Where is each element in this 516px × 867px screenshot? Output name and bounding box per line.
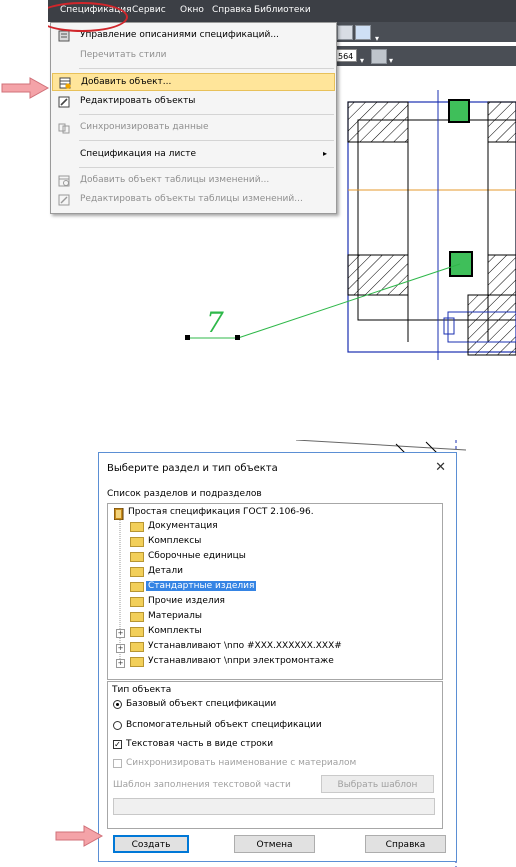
menu-service[interactable]: Сервис — [132, 5, 166, 15]
checkbox-text-part-label: Текстовая часть в виде строки — [126, 739, 274, 749]
menu-item-spec-on-sheet[interactable]: Спецификация на листе ▸ — [52, 146, 335, 164]
add-change-object-icon — [58, 175, 70, 187]
radio-base-object[interactable] — [113, 700, 122, 709]
tree-label: Список разделов и подразделов — [107, 489, 262, 499]
pointer-arrow-icon — [1, 77, 50, 99]
toolbar-row-2: 564 ▾ ▾ — [333, 46, 516, 66]
close-icon[interactable]: ✕ — [435, 460, 446, 475]
checkbox-text-part[interactable]: ✓ — [113, 740, 122, 749]
seal-bottom — [449, 251, 473, 277]
menu-libraries[interactable]: Библиотеки — [254, 5, 311, 15]
position-number: 7 — [206, 306, 224, 339]
folder-icon — [130, 597, 144, 607]
template-field[interactable] — [113, 798, 435, 815]
specification-menu: Управление описаниями спецификаций... Пе… — [50, 22, 337, 214]
refresh-icon[interactable] — [355, 25, 371, 40]
dropdown-caret-icon[interactable]: ▾ — [389, 56, 393, 65]
leader-handle — [235, 335, 240, 340]
radio-base-label: Базовый объект спецификации — [126, 699, 277, 709]
template-label: Шаблон заполнения текстовой части — [113, 780, 291, 790]
menu-separator — [79, 140, 334, 141]
menu-item-edit-objects[interactable]: Редактировать объекты — [52, 93, 335, 111]
select-section-dialog: Выберите раздел и тип объекта ✕ Список р… — [98, 452, 457, 862]
choose-template-button[interactable]: Выбрать шаблон — [321, 775, 434, 793]
menu-separator — [79, 167, 334, 168]
expand-icon[interactable]: + — [116, 659, 125, 668]
menu-item-edit-change-table-objects[interactable]: Редактировать объекты таблицы изменений.… — [52, 191, 335, 209]
add-object-icon — [59, 77, 71, 89]
submenu-arrow-icon: ▸ — [322, 149, 327, 158]
tree-item-parts[interactable]: Детали — [148, 566, 183, 576]
menu-item-sync-data[interactable]: Синхронизировать данные — [52, 119, 335, 137]
folder-icon — [130, 522, 144, 532]
folder-icon — [130, 657, 144, 667]
edit-objects-icon — [58, 96, 70, 108]
folder-icon — [130, 537, 144, 547]
checkbox-sync-name[interactable] — [113, 759, 122, 768]
seal-top — [448, 99, 470, 123]
tree-item-other-products[interactable]: Прочие изделия — [148, 596, 225, 606]
tree-item-assemblies[interactable]: Сборочные единицы — [148, 551, 246, 561]
menu-item-add-object[interactable]: Добавить объект... — [52, 73, 335, 91]
folder-icon — [130, 552, 144, 562]
leader-handle — [185, 335, 190, 340]
toolbar-button[interactable] — [337, 25, 353, 40]
tree-item-complexes[interactable]: Комплексы — [148, 536, 201, 546]
create-button[interactable]: Создать — [113, 835, 189, 853]
tree-item-materials[interactable]: Материалы — [148, 611, 202, 621]
checkbox-sync-label: Синхронизировать наименование с материал… — [126, 758, 357, 768]
expand-icon[interactable]: + — [116, 629, 125, 638]
tree-item-install-electrical[interactable]: Устанавливают \nпри электромонтаже — [148, 656, 334, 666]
folder-icon — [130, 612, 144, 622]
dropdown-caret-icon[interactable]: ▾ — [360, 56, 364, 65]
menu-separator — [79, 68, 334, 69]
zoom-field[interactable]: 564 — [335, 49, 357, 62]
tree-item-kits[interactable]: Комплекты — [148, 626, 202, 636]
menu-item-reload-styles[interactable]: Перечитать стили — [52, 47, 335, 65]
dropdown-caret-icon[interactable]: ▾ — [375, 34, 379, 43]
menu-separator — [79, 114, 334, 115]
menu-window[interactable]: Окно — [180, 5, 204, 15]
help-button[interactable]: Справка — [365, 835, 446, 853]
tree-item-standard-products[interactable]: Стандартные изделия — [146, 581, 257, 591]
toolbar-row-1: ▾ — [333, 22, 516, 43]
dialog-title: Выберите раздел и тип объекта — [107, 463, 278, 474]
pointer-arrow-icon — [55, 825, 104, 847]
toolbar-button[interactable] — [371, 49, 387, 64]
folder-icon — [130, 627, 144, 637]
radio-aux-label: Вспомогательный объект спецификации — [126, 720, 322, 730]
dialog-screenshot: Выберите раздел и тип объекта ✕ Список р… — [96, 440, 466, 867]
tree-item-install-by-doc[interactable]: Устанавливают \nпо #XXX.XXXXXX.XXX# — [148, 641, 342, 651]
folder-open-icon — [130, 582, 144, 592]
sync-icon — [58, 123, 70, 134]
folder-icon — [130, 567, 144, 577]
expand-icon[interactable]: + — [116, 644, 125, 653]
spec-manage-icon — [58, 30, 70, 42]
edit-change-objects-icon — [58, 194, 70, 206]
object-type-label: Тип объекта — [112, 685, 172, 695]
app-screenshot: Спецификация Сервис Окно Справка Библиот… — [48, 0, 516, 360]
menu-help[interactable]: Справка — [212, 5, 252, 15]
sections-tree[interactable]: Простая спецификация ГОСТ 2.106-96. Доку… — [107, 503, 443, 680]
radio-aux-object[interactable] — [113, 721, 122, 730]
menu-item-add-change-table-object[interactable]: Добавить объект таблицы изменений... — [52, 172, 335, 190]
tree-item-documentation[interactable]: Документация — [148, 521, 218, 531]
folder-icon — [130, 642, 144, 652]
cancel-button[interactable]: Отмена — [234, 835, 315, 853]
object-type-group: Тип объекта Базовый объект спецификации … — [107, 681, 443, 829]
